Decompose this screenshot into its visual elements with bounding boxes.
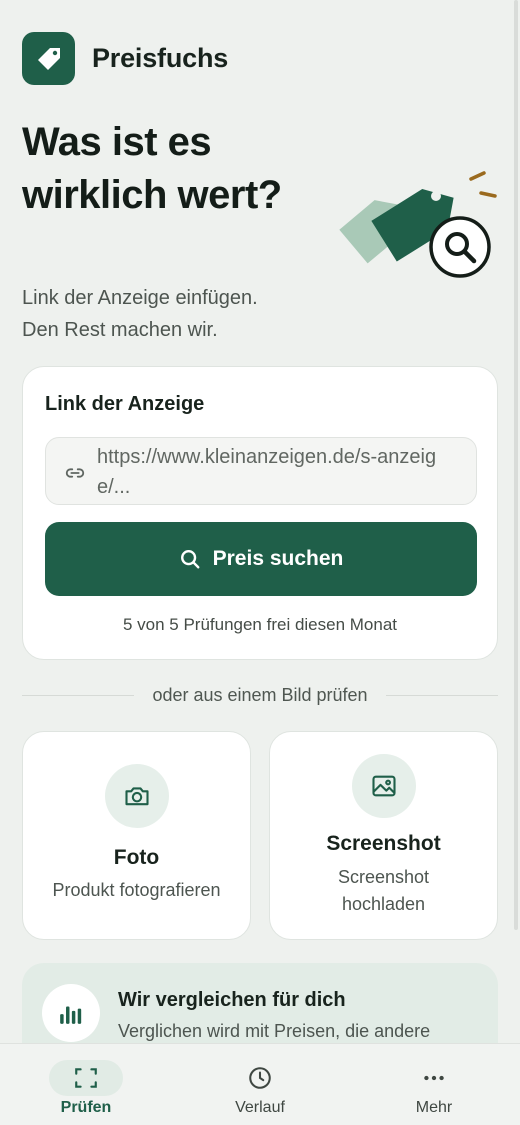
nav-icon-wrap-pruefen (49, 1060, 123, 1096)
url-input[interactable]: https://www.kleinanzeigen.de/s-anzeige/.… (45, 437, 477, 505)
link-icon (65, 468, 85, 478)
bottom-nav: Prüfen Verlauf Mehr (0, 1043, 520, 1125)
page-title: Was ist es wirklich wert? (22, 120, 282, 217)
divider-line-left (22, 694, 135, 696)
url-input-value[interactable]: https://www.kleinanzeigen.de/s-anzeige/.… (97, 442, 457, 502)
foto-option-card[interactable]: Foto Produkt fotografieren (22, 731, 251, 940)
nav-item-pruefen[interactable]: Prüfen (16, 1044, 156, 1125)
screenshot-option-description: Screenshot hochladen (337, 867, 430, 914)
search-icon (180, 550, 200, 569)
nav-item-mehr[interactable]: Mehr (364, 1044, 504, 1125)
hero-subtitle-line-1: Link der Anzeige einfügen. (22, 287, 258, 309)
divider-text: oder aus einem Bild prüfen (152, 684, 368, 705)
info-title: Wir vergleichen für dich (118, 989, 346, 1011)
link-card-label: Link der Anzeige (45, 393, 205, 415)
nav-item-verlauf[interactable]: Verlauf (190, 1044, 330, 1125)
search-price-button-label: Preis suchen (212, 547, 344, 570)
image-icon (371, 775, 396, 797)
foto-option-title: Foto (113, 846, 160, 869)
screenshot-option-card[interactable]: Screenshot Screenshot hochladen (269, 731, 498, 940)
image-divider: oder aus einem Bild prüfen (22, 683, 499, 707)
search-price-button[interactable]: Preis suchen (45, 522, 477, 596)
divider-line-right (385, 694, 499, 696)
nav-label-mehr: Mehr (415, 1099, 453, 1116)
info-icon-circle (42, 984, 100, 1042)
foto-option-description: Produkt fotografieren (52, 880, 221, 900)
nav-icon-wrap-mehr (397, 1060, 471, 1096)
price-tag-icon (37, 47, 60, 70)
scan-icon (75, 1068, 97, 1088)
camera-icon (124, 787, 149, 806)
foto-icon-circle (104, 764, 169, 828)
nav-label-pruefen: Prüfen (60, 1099, 112, 1116)
nav-icon-wrap-verlauf (223, 1060, 297, 1096)
scrollbar[interactable] (514, 0, 518, 930)
clock-icon (249, 1067, 271, 1089)
screenshot-option-title: Screenshot (326, 832, 441, 855)
hero-subtitle-line-2: Den Rest machen wir. (22, 319, 218, 341)
info-text: Verglichen wird mit Preisen, die andere (118, 1021, 431, 1041)
bar-chart-icon (60, 1006, 82, 1024)
screenshot-icon-circle (351, 754, 416, 818)
link-card: Link der Anzeige https://www.kleinanzeig… (22, 366, 498, 660)
app-logo (22, 32, 75, 85)
app-header: Preisfuchs (22, 32, 228, 85)
hero-subtitle: Link der Anzeige einfügen. Den Rest mach… (22, 282, 322, 346)
price-tags-illustration (339, 171, 497, 278)
more-icon (424, 1075, 444, 1081)
tag-hole (376, 188, 386, 198)
quota-text: 5 von 5 Prüfungen frei diesen Monat (122, 615, 398, 634)
app-name: Preisfuchs (92, 43, 229, 73)
nav-label-verlauf: Verlauf (235, 1099, 285, 1116)
